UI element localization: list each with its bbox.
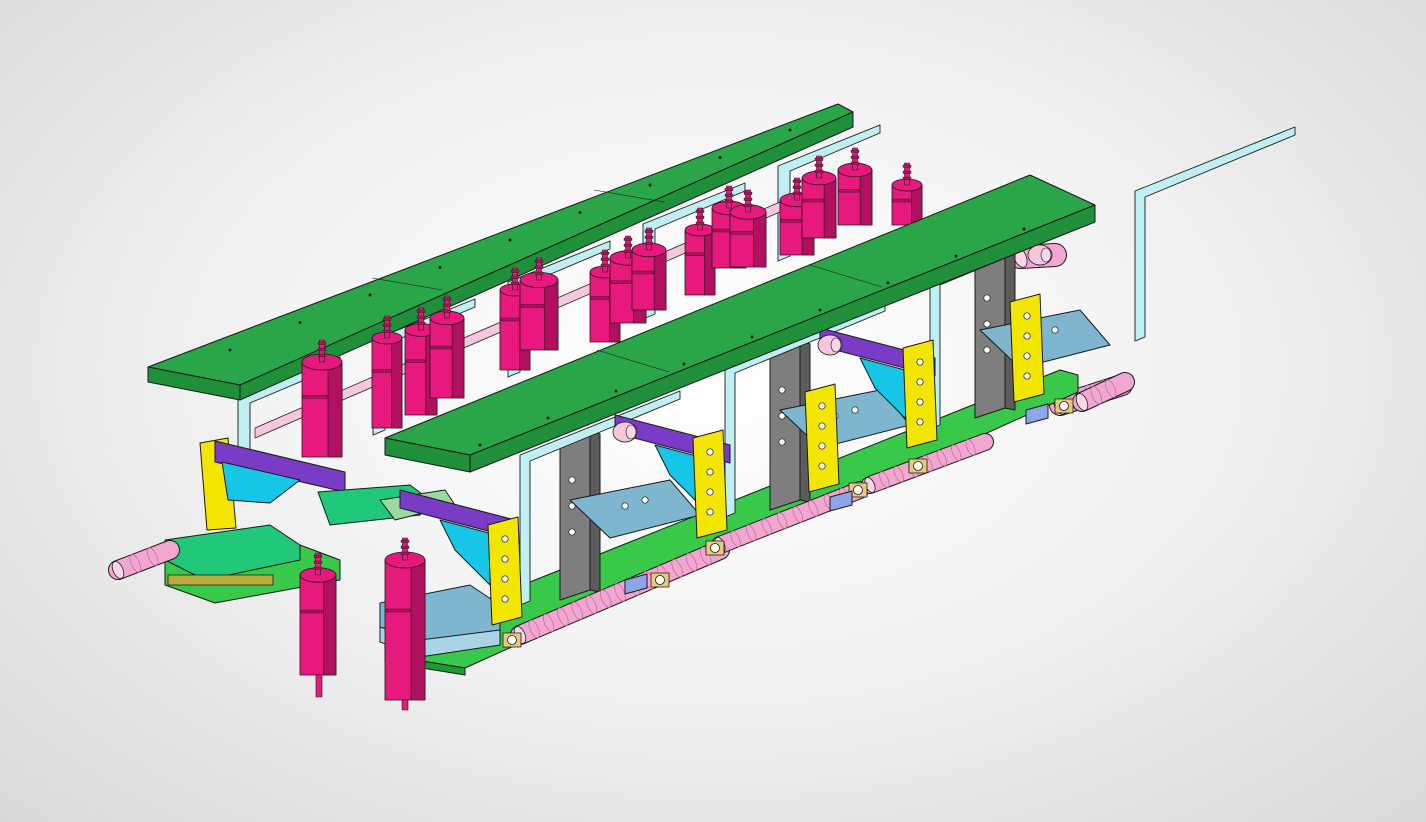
front-fitting-0 [502, 632, 522, 648]
front-fitting-2 [705, 540, 725, 556]
back-cylinder-14 [837, 147, 873, 226]
front-frame-3 [1134, 126, 1296, 342]
back-hanging-cylinder [299, 552, 337, 676]
front-yellow-bracket-1 [692, 429, 728, 539]
back-cylinder-15 [891, 162, 923, 226]
front-fitting-5 [1054, 398, 1074, 414]
front-air-tube-4 [1072, 372, 1135, 412]
back-air-tube-left [108, 540, 180, 580]
front-hanging-cylinder [384, 537, 426, 701]
front-fitting-4 [908, 458, 928, 474]
front-yellow-bracket-4 [1009, 293, 1045, 403]
front-yellow-bracket-0 [487, 516, 523, 626]
cad-viewport[interactable] [0, 0, 1426, 822]
fixture-assembly-model[interactable] [0, 0, 1426, 822]
back-cylinder-9 [684, 207, 716, 296]
front-yellow-bracket-2 [804, 383, 840, 493]
back-cylinder-8 [631, 227, 667, 311]
back-cylinder-13 [801, 155, 837, 239]
back-cylinder-0 [301, 339, 343, 458]
front-yellow-bracket-3 [902, 339, 938, 449]
front-fitting-1 [650, 572, 670, 588]
back-spacer [167, 574, 274, 586]
front-row-fixture [379, 126, 1296, 711]
